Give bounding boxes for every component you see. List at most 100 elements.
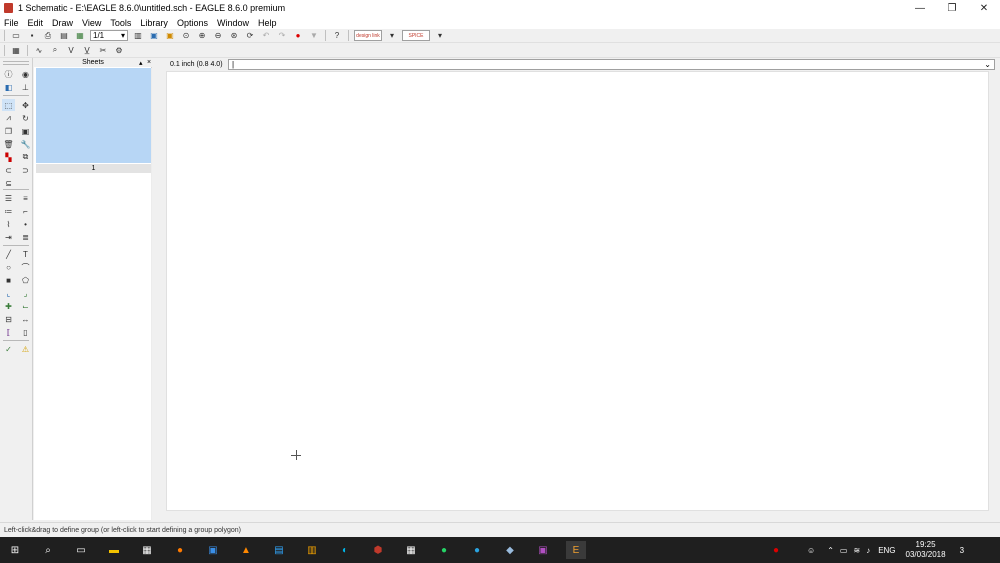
pin-swap-icon[interactable]: ⌇ xyxy=(2,218,15,230)
zoom-out-icon[interactable]: ⊖ xyxy=(211,30,225,42)
change-icon[interactable]: ⧉ xyxy=(19,151,32,163)
menu-tools[interactable]: Tools xyxy=(110,18,131,28)
replace-icon[interactable]: ▚ xyxy=(2,151,15,163)
port-icon[interactable]: ▯ xyxy=(19,326,32,338)
close-button[interactable]: ✕ xyxy=(968,0,1000,16)
start-icon[interactable]: ⊞ xyxy=(5,541,25,559)
info-icon[interactable]: ⓘ xyxy=(2,68,15,80)
file-explorer-icon[interactable]: ▬ xyxy=(104,541,124,559)
eagle-icon[interactable]: E xyxy=(566,541,586,559)
tools-icon[interactable]: ✂ xyxy=(96,44,110,56)
help-icon[interactable]: ? xyxy=(330,30,344,42)
wifi-icon[interactable]: ≋ xyxy=(853,546,860,555)
library-icon[interactable]: ▣ xyxy=(163,30,177,42)
restore-button[interactable]: ❐ xyxy=(936,0,968,16)
menu-options[interactable]: Options xyxy=(177,18,208,28)
layers-icon[interactable]: ◧ xyxy=(2,81,15,93)
split-icon[interactable]: ☰ xyxy=(2,192,15,204)
value-sub-icon[interactable]: V̲ xyxy=(80,44,94,56)
cube-icon[interactable]: ⬢ xyxy=(368,541,388,559)
cam-icon[interactable]: ▤ xyxy=(57,30,71,42)
grid-icon[interactable]: ▦ xyxy=(9,44,23,56)
smash-icon[interactable]: ⊆ xyxy=(2,177,15,189)
menu-view[interactable]: View xyxy=(82,18,101,28)
calculator-icon[interactable]: ▦ xyxy=(401,541,421,559)
frame-icon[interactable]: ⊟ xyxy=(2,313,15,325)
task-view-icon[interactable]: ▭ xyxy=(71,541,91,559)
junction-icon[interactable]: • xyxy=(19,218,32,230)
photos-icon[interactable]: ▦ xyxy=(137,541,157,559)
arc-icon[interactable]: ⌒ xyxy=(19,261,32,273)
app-c-icon[interactable]: ◐ xyxy=(335,541,355,559)
sheet-thumbnail[interactable] xyxy=(36,68,151,163)
circle-icon[interactable]: ○ xyxy=(2,261,15,273)
zoom-fit-icon[interactable]: ⊙ xyxy=(179,30,193,42)
script-icon[interactable]: ▥ xyxy=(131,30,145,42)
redraw-icon[interactable]: ⟳ xyxy=(243,30,257,42)
chevron-down-icon[interactable]: ▾ xyxy=(433,30,447,42)
close-panel-icon[interactable]: × xyxy=(147,59,151,66)
whatsapp-icon[interactable]: ● xyxy=(434,541,454,559)
copy-icon[interactable]: ❐ xyxy=(2,125,15,137)
mirror-icon[interactable]: ⩘ xyxy=(2,112,15,124)
battery-icon[interactable]: ▭ xyxy=(840,546,848,555)
value-icon[interactable]: V xyxy=(64,44,78,56)
chevron-down-icon[interactable]: ▾ xyxy=(385,30,399,42)
sheet-number[interactable]: 1 xyxy=(36,164,151,173)
search-icon[interactable]: ⌕ xyxy=(38,541,58,559)
open-icon[interactable]: ▭ xyxy=(9,30,23,42)
gate-swap-icon[interactable]: ⌐ xyxy=(19,205,32,217)
paste-icon[interactable]: ▣ xyxy=(19,125,32,137)
module-icon[interactable]: ⟦ xyxy=(2,326,15,338)
print-icon[interactable]: ⎙ xyxy=(41,30,55,42)
volume-icon[interactable]: ♪ xyxy=(866,546,870,555)
move-icon[interactable]: ✥ xyxy=(19,99,32,111)
add-icon[interactable]: ✚ xyxy=(2,300,15,312)
run-ulp-icon[interactable]: ▣ xyxy=(147,30,161,42)
go-icon[interactable]: ▼ xyxy=(307,30,321,42)
chevron-up-icon[interactable]: ⌃ xyxy=(827,546,834,555)
chevron-down-icon[interactable]: ⌄ xyxy=(984,60,991,69)
notes-icon[interactable]: ◆ xyxy=(500,541,520,559)
menu-file[interactable]: File xyxy=(4,18,19,28)
mark-icon[interactable]: ⊥ xyxy=(19,81,32,93)
name-icon[interactable]: ⊂ xyxy=(2,164,15,176)
text-icon[interactable]: T xyxy=(19,248,32,260)
delete-icon[interactable]: 🗑 xyxy=(2,138,15,150)
rectangle-icon[interactable]: ■ xyxy=(2,274,15,286)
sheets-scrollbar[interactable] xyxy=(151,68,152,520)
erc-icon[interactable]: ✓ xyxy=(2,343,15,355)
search-icon[interactable]: ⌕ xyxy=(48,44,62,56)
schematic-canvas[interactable] xyxy=(166,71,989,511)
menu-library[interactable]: Library xyxy=(140,18,168,28)
minimize-button[interactable]: — xyxy=(904,0,936,16)
label-icon[interactable]: ⌟ xyxy=(19,287,32,299)
telegram-icon[interactable]: ● xyxy=(467,541,487,559)
spice-button[interactable]: SPICE xyxy=(402,30,430,41)
menu-window[interactable]: Window xyxy=(217,18,249,28)
miter-icon[interactable]: ≡ xyxy=(19,192,32,204)
dimension-icon[interactable]: ↔ xyxy=(19,313,32,325)
gear-icon[interactable]: ⚙ xyxy=(112,44,126,56)
command-line-input[interactable]: | ⌄ xyxy=(228,58,995,70)
board-icon[interactable]: ▦ xyxy=(73,30,87,42)
photoshop-icon[interactable]: ▤ xyxy=(269,541,289,559)
menu-draw[interactable]: Draw xyxy=(52,18,73,28)
menu-help[interactable]: Help xyxy=(258,18,277,28)
clock[interactable]: 19:25 03/03/2018 xyxy=(906,540,946,560)
save-icon[interactable]: ▪ xyxy=(25,30,39,42)
line-icon[interactable]: ╱ xyxy=(2,248,15,260)
language-indicator[interactable]: ENG xyxy=(878,546,895,555)
zoom-select-icon[interactable]: ⊛ xyxy=(227,30,241,42)
bus-icon[interactable]: ≣ xyxy=(19,231,32,243)
net-icon[interactable]: ⇥ xyxy=(2,231,15,243)
app-icon[interactable]: ▣ xyxy=(203,541,223,559)
undo-icon[interactable]: ↶ xyxy=(259,30,273,42)
rotate-icon[interactable]: ↻ xyxy=(19,112,32,124)
notifications-badge[interactable]: 3 xyxy=(960,546,964,555)
firefox-icon[interactable]: ● xyxy=(170,541,190,559)
people-icon[interactable]: ☺ xyxy=(807,546,815,555)
polygon-icon[interactable]: ⬠ xyxy=(19,274,32,286)
show-icon[interactable]: ◉ xyxy=(19,68,32,80)
redo-icon[interactable]: ↷ xyxy=(275,30,289,42)
